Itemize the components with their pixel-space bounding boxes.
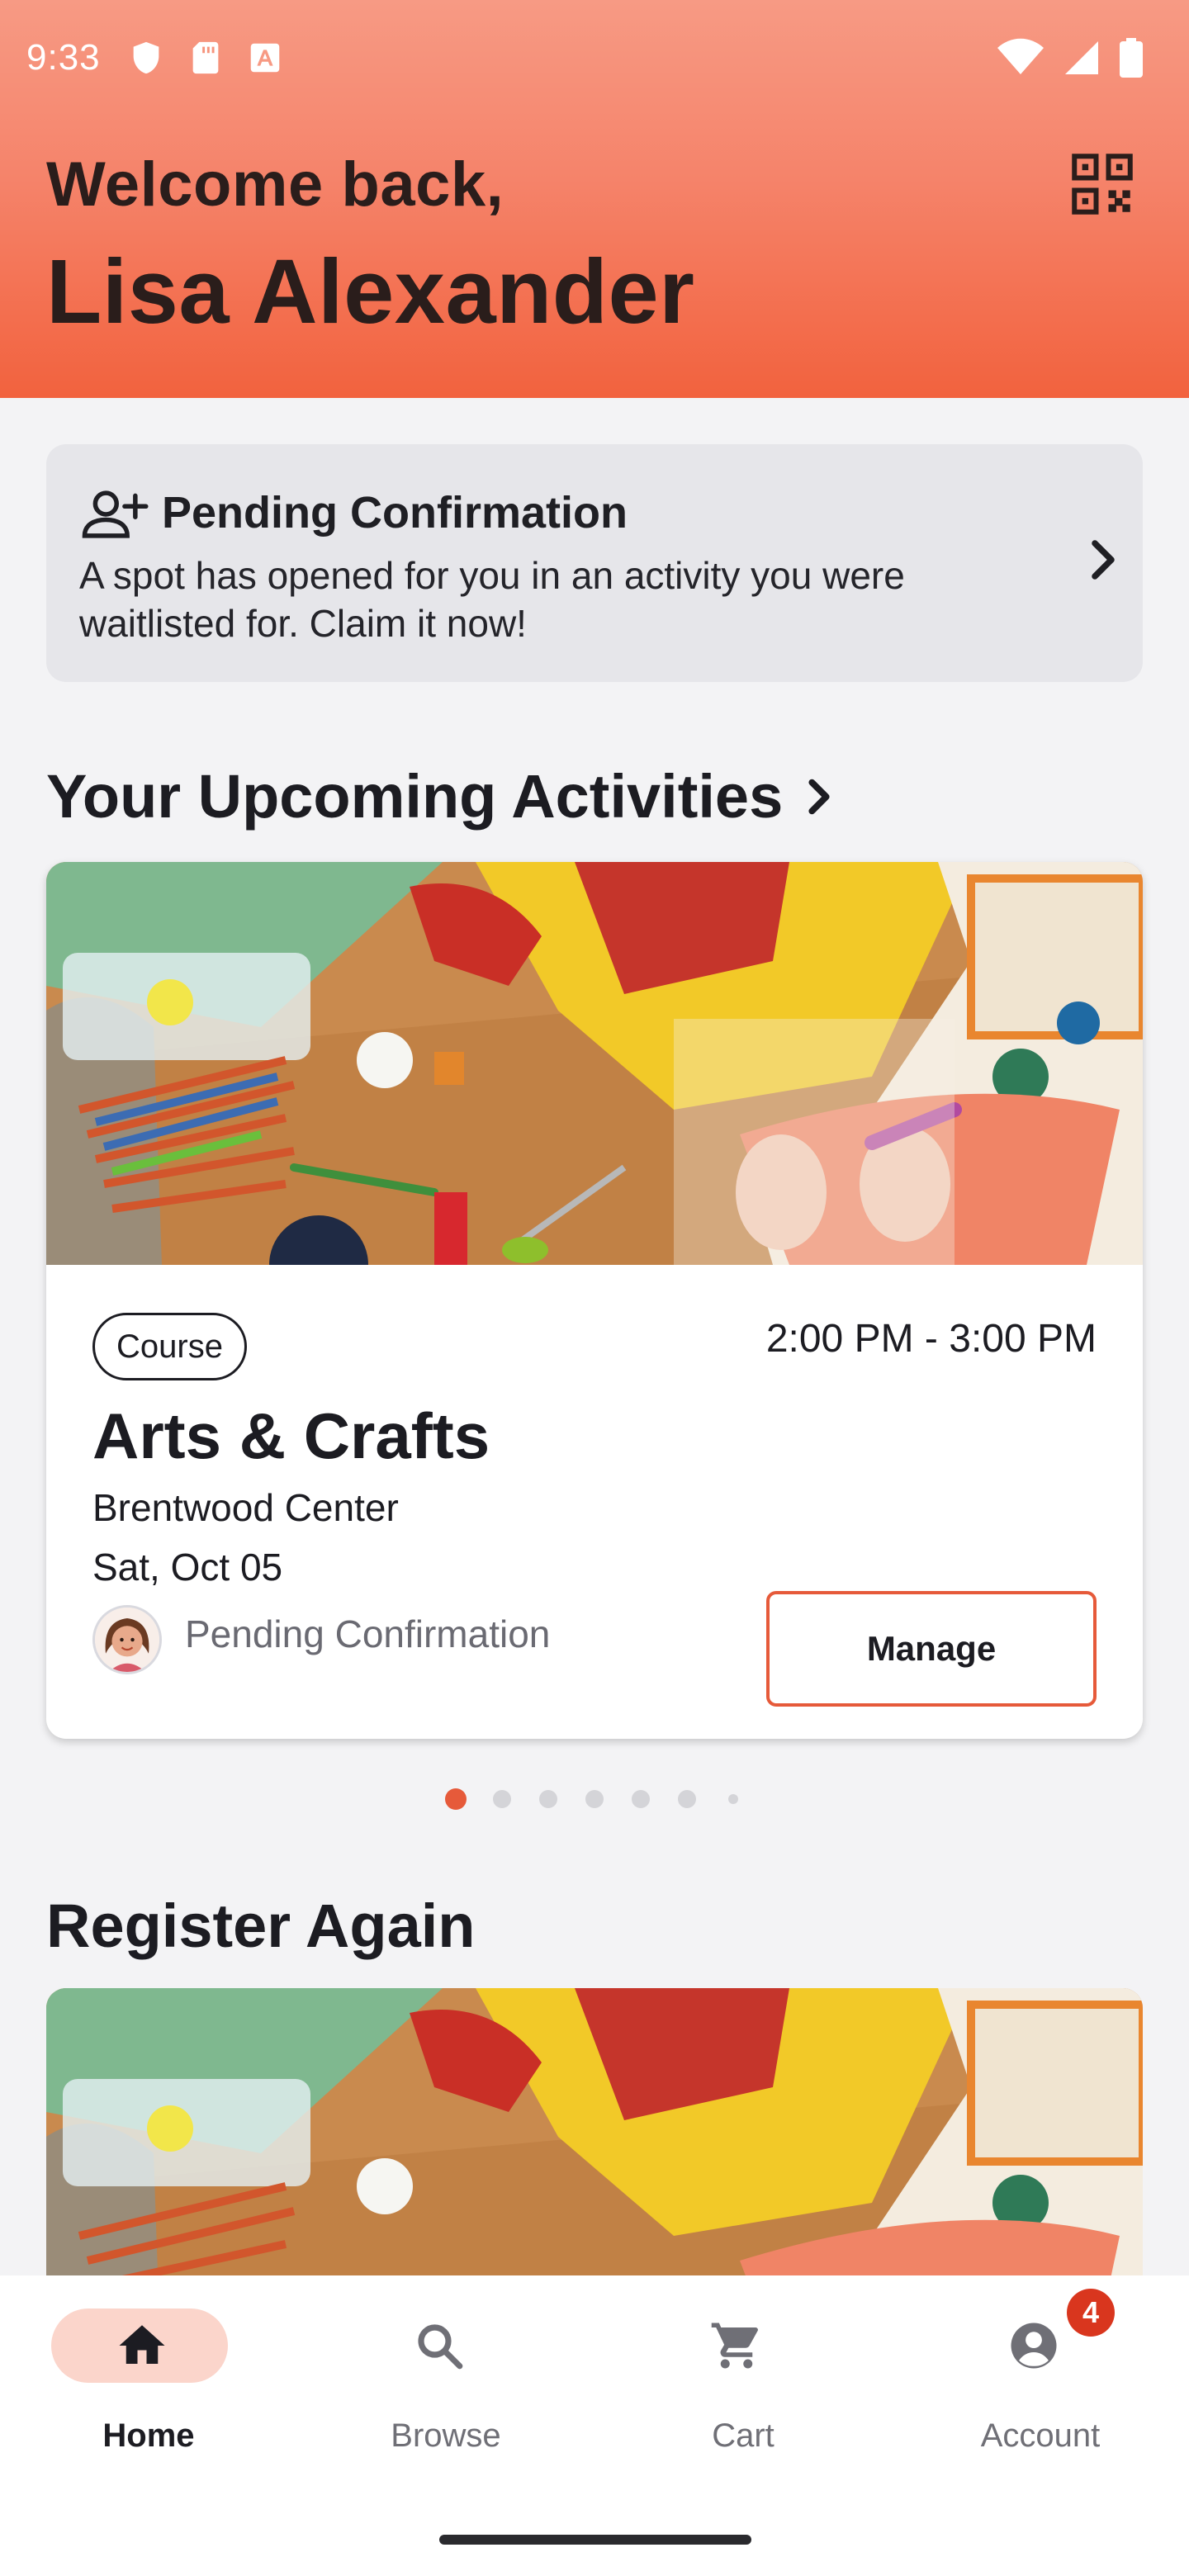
sd-card-icon (192, 41, 218, 74)
account-notification-badge: 4 (1067, 2289, 1115, 2337)
carousel-dot[interactable] (728, 1794, 738, 1804)
nav-label-cart: Cart (712, 2417, 775, 2454)
activity-type-chip: Course (92, 1313, 247, 1380)
nav-label-account: Account (980, 2417, 1101, 2454)
wifi-icon (997, 38, 1044, 74)
carousel-dot[interactable] (632, 1790, 650, 1808)
avatar (92, 1605, 162, 1674)
bottom-navigation: Home Browse Cart Account (0, 2275, 1189, 2576)
welcome-greeting: Welcome back, (46, 149, 504, 220)
upcoming-activities-link[interactable]: Your Upcoming Activities (46, 761, 841, 831)
carousel-dots (0, 1787, 1189, 1811)
activity-name: Arts & Crafts (92, 1399, 490, 1472)
status-left-icons (127, 39, 284, 77)
nav-account[interactable]: Account (892, 2308, 1189, 2498)
person-add-icon (82, 490, 149, 538)
nav-label-home: Home (102, 2417, 195, 2454)
chevron-right-icon (1092, 540, 1115, 580)
nav-label-browse: Browse (391, 2417, 501, 2454)
qr-code-scan-icon (1072, 154, 1133, 215)
activity-time: 2:00 PM - 3:00 PM (765, 1317, 1097, 1361)
chevron-right-icon (808, 779, 830, 814)
header: 9:33 Welcome back, Lisa Alexander (0, 0, 1189, 398)
pending-message: A spot has opened for you in an activity… (79, 554, 905, 645)
carousel-dot[interactable] (493, 1790, 511, 1808)
nav-cart[interactable]: Cart (594, 2308, 892, 2498)
carousel-dot[interactable] (539, 1790, 557, 1808)
user-name: Lisa Alexander (46, 241, 695, 343)
cart-icon (711, 2323, 758, 2369)
home-indicator[interactable] (439, 2535, 751, 2545)
activity-location: Brentwood Center (92, 1486, 399, 1529)
account-icon (1011, 2323, 1057, 2369)
register-again-title: Register Again (46, 1892, 476, 1960)
activity-date: Sat, Oct 05 (92, 1546, 283, 1589)
carousel-dot[interactable] (585, 1790, 604, 1808)
status-right-icons (997, 38, 1143, 78)
nav-browse[interactable]: Browse (297, 2308, 594, 2498)
search-icon (418, 2324, 463, 2370)
nav-home[interactable]: Home (0, 2308, 297, 2498)
signal-icon (1065, 41, 1098, 74)
upcoming-activities-title: Your Upcoming Activities (46, 762, 784, 831)
carousel-dot[interactable] (678, 1790, 696, 1808)
manage-button[interactable]: Manage (766, 1591, 1097, 1707)
activity-card[interactable]: Course 2:00 PM - 3:00 PM Arts & Crafts B… (46, 862, 1143, 1739)
avatar-image (95, 1608, 159, 1672)
text-a-icon (250, 43, 279, 73)
carousel-dot[interactable] (445, 1788, 467, 1810)
qr-code-button[interactable] (1063, 145, 1141, 223)
activity-image (46, 862, 1143, 1265)
shield-icon (133, 41, 159, 74)
battery-icon (1120, 38, 1143, 78)
pending-title: Pending Confirmation (162, 488, 628, 537)
pending-confirmation-banner[interactable]: Pending Confirmation A spot has opened f… (46, 444, 1143, 682)
status-bar: 9:33 (0, 0, 1189, 116)
status-time: 9:33 (26, 37, 101, 78)
home-icon (119, 2325, 165, 2364)
activity-status: Pending Confirmation (185, 1612, 551, 1655)
